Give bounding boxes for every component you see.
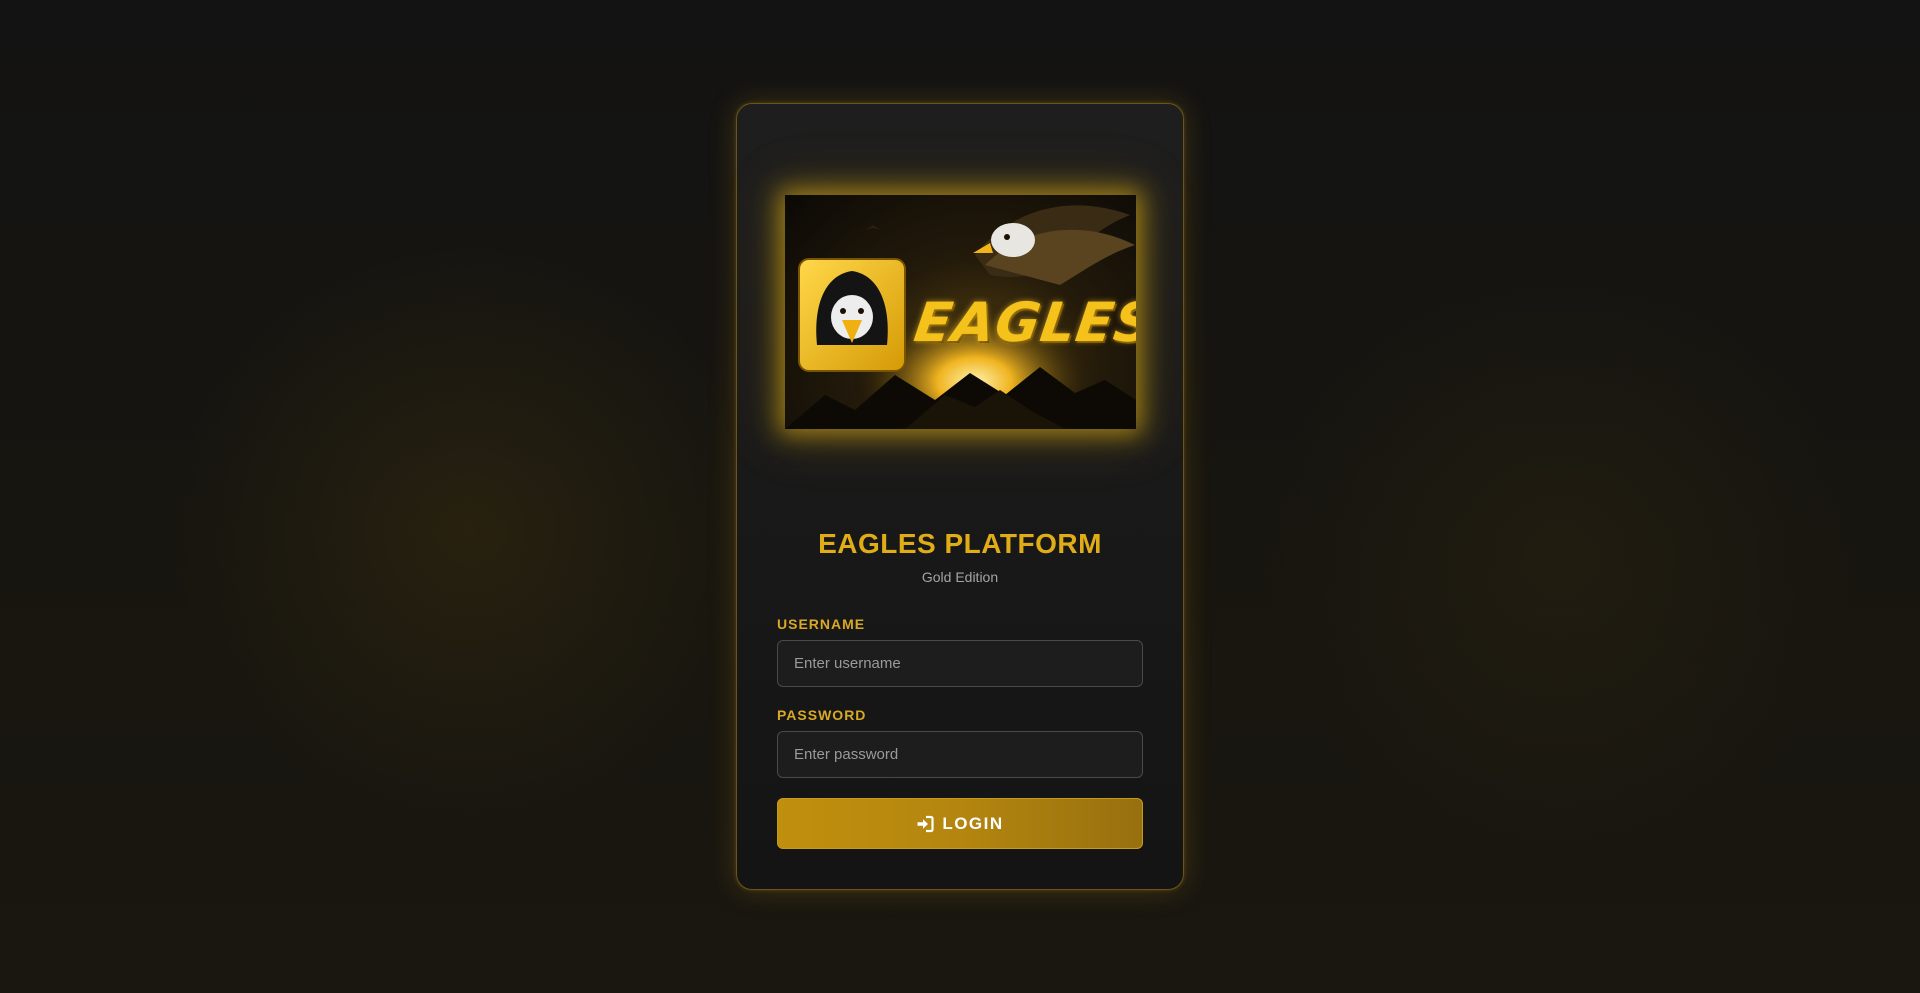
username-input[interactable] — [777, 640, 1143, 687]
password-input[interactable] — [777, 731, 1143, 778]
login-button-label: LOGIN — [942, 813, 1004, 833]
eagles-logo-image: EAGLES — [785, 195, 1136, 429]
username-label: USERNAME — [777, 616, 866, 632]
logo-wordmark: EAGLES — [910, 291, 1136, 354]
sign-in-icon — [916, 815, 934, 833]
password-label: PASSWORD — [777, 707, 867, 723]
login-card: EAGLES EAGLES PLATFORM Gold Edition USER… — [736, 103, 1184, 890]
login-button[interactable]: LOGIN — [777, 798, 1143, 849]
page-subtitle: Gold Edition — [921, 569, 999, 585]
page-title: EAGLES PLATFORM — [818, 528, 1102, 559]
